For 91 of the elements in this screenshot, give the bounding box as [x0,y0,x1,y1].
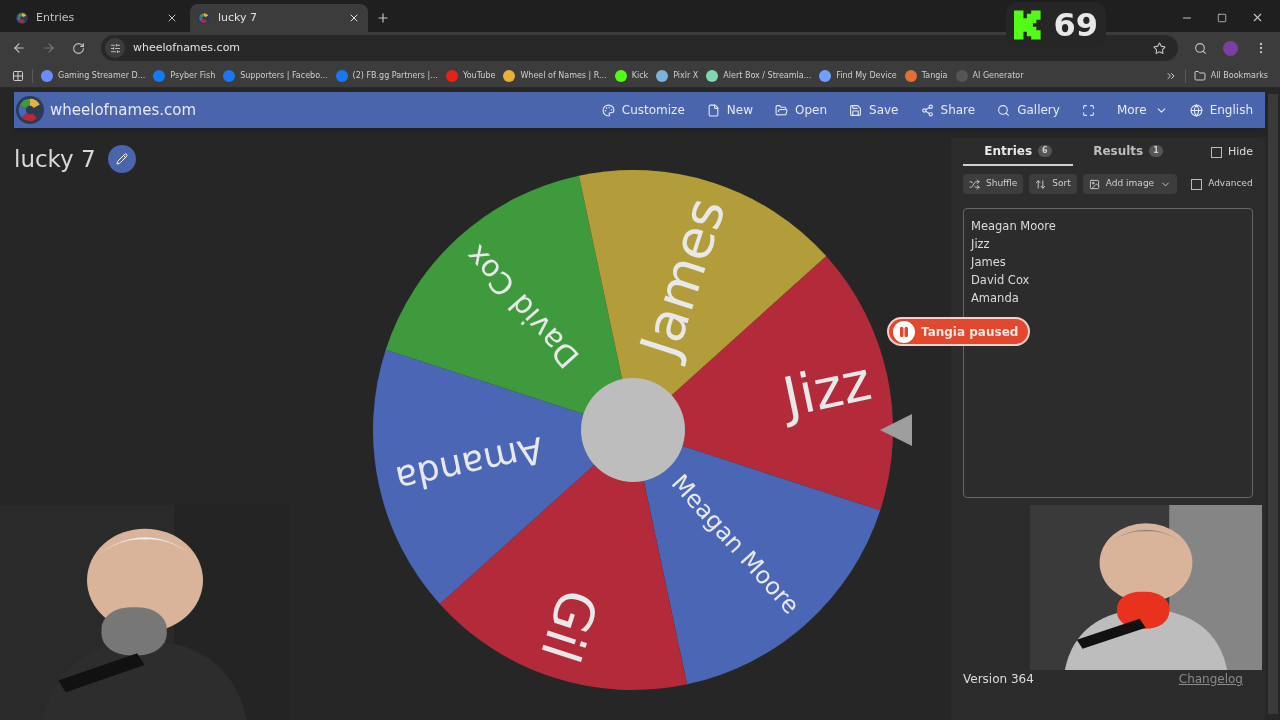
bookmark-link[interactable]: Gaming Streamer D... [41,69,146,82]
new-tab-icon[interactable] [376,11,390,25]
bookmark-link[interactable]: Find My Device [819,69,897,82]
file-icon [706,103,720,117]
menu-button[interactable]: Gallery [997,101,1060,119]
tool-button[interactable]: Sort [1029,174,1077,194]
menu-button[interactable]: Share [920,101,976,119]
palette-icon [601,103,615,117]
bookmark-favicon-icon [819,69,832,82]
kick-logo-icon [1014,8,1042,42]
advanced-checkbox[interactable]: Advanced [1191,177,1253,191]
pause-icon [898,325,910,338]
bookmark-favicon-icon [335,69,348,82]
tool-button[interactable]: Shuffle [963,174,1024,194]
entry-line: Amanda [971,290,1020,307]
bookmark-favicon-icon [223,69,236,82]
bookmark-favicon-icon [706,69,719,82]
browser-tab[interactable]: lucky 7 [190,4,368,32]
wheel-logo-icon [16,12,28,24]
wheel-segment-label: Jizz [777,348,877,429]
wheel-title: lucky 7 [14,145,96,174]
browser-tab[interactable]: Entries [8,4,186,32]
bookmark-link[interactable]: Wheel of Names | R... [503,69,607,82]
menu-button[interactable]: New [706,101,753,119]
share-icon [920,103,934,117]
tab-title: Entries [36,9,76,26]
entry-line: David Cox [971,272,1031,289]
site-info-icon[interactable] [109,42,121,54]
address-text: wheelofnames.com [133,39,242,56]
wheel-segment-label: James [627,189,739,365]
more-menu-button[interactable]: More [1116,101,1168,119]
sort-icon [1035,178,1047,190]
wheel-segment-label: Amanda [392,428,547,500]
restore-icon[interactable] [1217,12,1227,23]
close-icon[interactable] [166,12,178,24]
bookmark-link[interactable]: YouTube [445,69,496,82]
entry-line: Meagan Moore [971,218,1057,235]
bookmark-link[interactable]: Kick [614,69,649,82]
bookmark-favicon-icon [445,69,458,82]
bookmark-link[interactable]: AI Generator [955,69,1024,82]
tool-button[interactable]: Add image [1082,174,1178,194]
folder-icon [775,103,788,117]
bookmark-favicon-icon [904,69,917,82]
entry-line: James [971,254,1007,271]
bookmark-favicon-icon [503,69,516,82]
tab-title: lucky 7 [218,9,259,26]
entry-line: Jizz [971,236,991,253]
bookmark-link[interactable]: Alert Box / Streamla... [706,69,812,82]
folder-icon [1193,69,1206,82]
all-bookmarks-link[interactable]: All Bookmarks [1193,69,1268,82]
save-icon [849,103,863,117]
globe-icon [1189,103,1203,117]
version-text: Version 364 [963,671,1034,688]
menu-button[interactable]: Open [775,101,828,119]
hide-checkbox[interactable]: Hide [1210,143,1253,161]
bookmark-favicon-icon [955,69,968,82]
tab-search-icon[interactable] [1194,41,1207,55]
bookmark-star-icon[interactable] [1153,41,1166,55]
wheel-pointer-icon [880,413,912,446]
bookmark-favicon-icon [41,69,53,82]
menu-button[interactable]: English [1189,101,1253,119]
bookmark-link[interactable]: Psyber Fish [153,69,216,82]
wheel-segment-label: Gil [527,581,610,670]
edit-title-button[interactable] [107,145,136,174]
bookmark-link[interactable]: (2) FB.gg Partners |... [335,69,438,82]
tangia-paused-toast: Tangia paused [887,317,1031,346]
panel-tab[interactable]: Results 1 [1073,138,1183,166]
close-icon[interactable] [1251,11,1264,24]
fullscreen-icon[interactable] [1081,103,1095,117]
menu-button[interactable]: Save [849,101,899,119]
back-icon[interactable] [12,41,26,55]
bookmark-favicon-icon [614,69,627,82]
shuffle-icon [969,178,980,190]
search-icon [997,103,1011,117]
bookmark-favicon-icon [656,69,669,82]
wheel-logo-icon [198,12,210,24]
changelog-link[interactable]: Changelog [1178,670,1243,688]
bookmark-link[interactable]: Pixlr X [656,69,699,82]
brand-name[interactable]: wheelofnames.com [50,98,196,122]
pencil-icon [115,153,128,166]
reload-icon[interactable] [72,41,85,55]
close-icon[interactable] [348,12,360,24]
menu-button[interactable]: Customize [601,101,685,119]
address-bar[interactable]: wheelofnames.com [101,35,1178,61]
forward-icon[interactable] [42,41,56,55]
image-icon [1088,178,1100,190]
apps-icon[interactable] [12,69,24,82]
bookmark-favicon-icon [153,69,166,82]
bookmark-link[interactable]: Supporters | Facebo... [223,69,328,82]
panel-tab[interactable]: Entries 6 [963,138,1073,166]
bookmark-link[interactable]: Tangia [904,69,948,82]
